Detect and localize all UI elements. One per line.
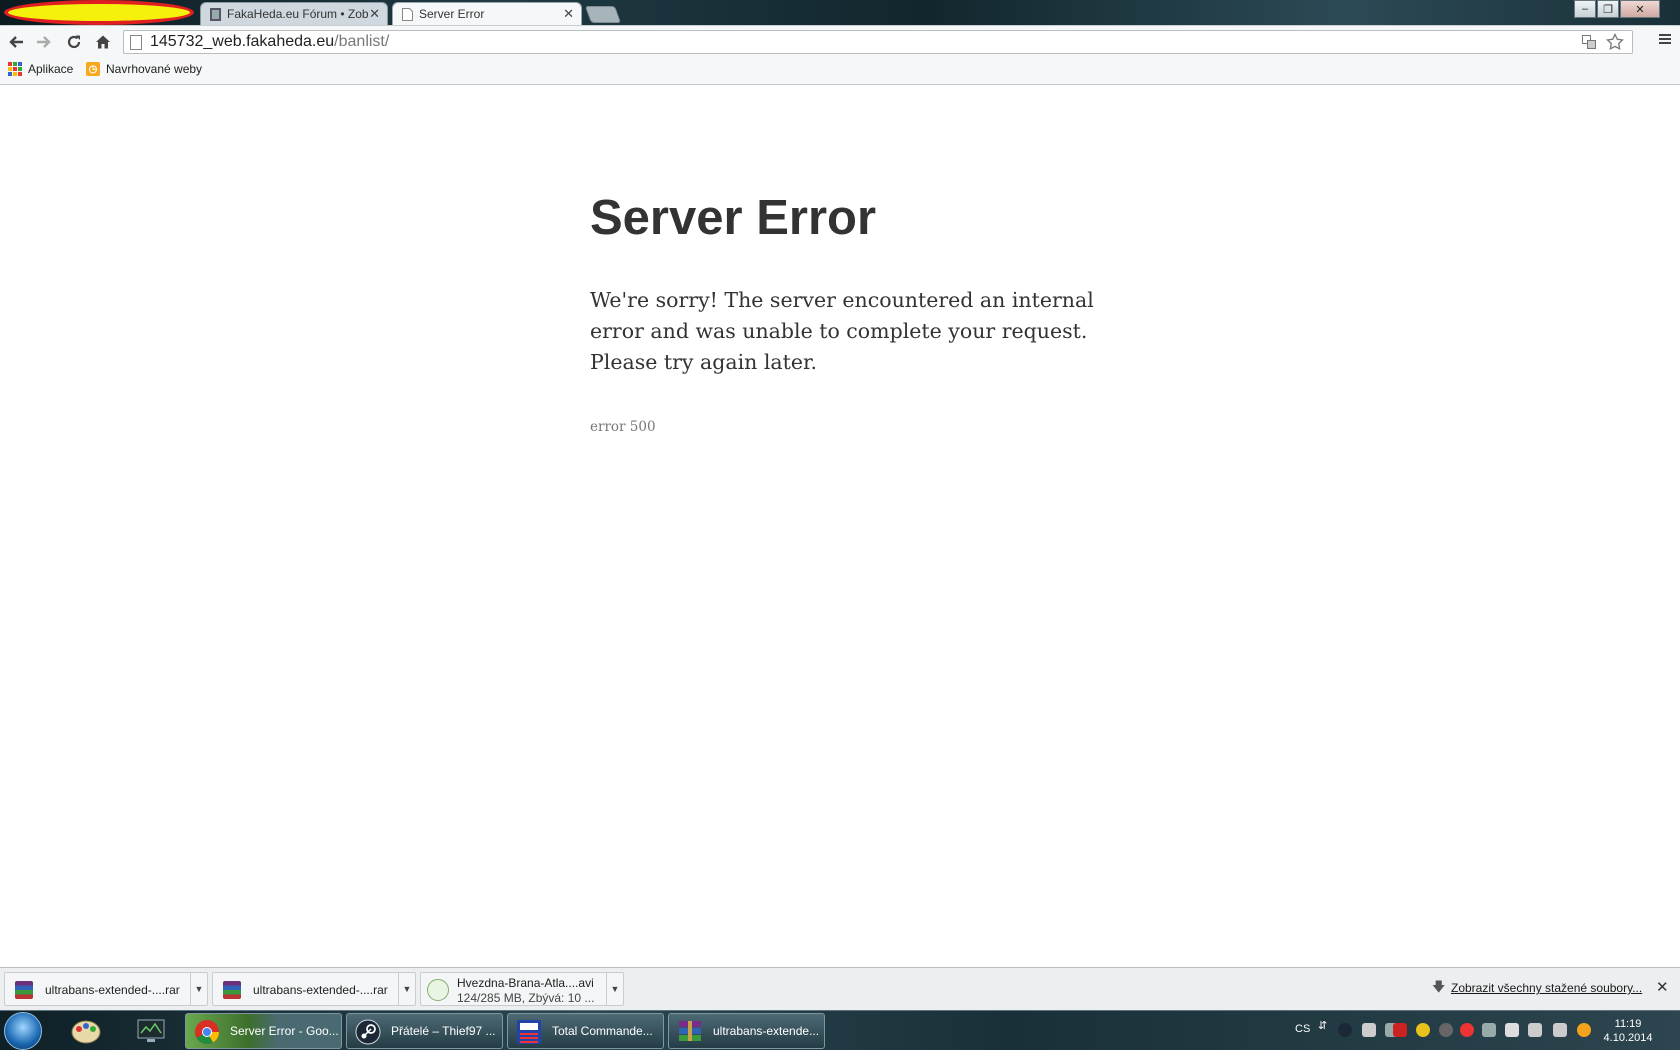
clock-date: 4.10.2014 [1603, 1032, 1653, 1044]
download-arrow-icon: 🡇 [1432, 979, 1446, 994]
error-message: We're sorry! The server encountered an i… [590, 288, 1094, 374]
task-chrome[interactable]: Server Error - Goo... [185, 1013, 342, 1049]
back-arrow-icon [9, 36, 23, 48]
error-code: error 500 [590, 419, 656, 435]
restore-button[interactable]: ❐ [1597, 0, 1619, 18]
chrome-menu-icon[interactable] [1658, 32, 1672, 46]
winrar-file-icon [223, 981, 241, 999]
url-path: /banlist/ [334, 33, 390, 50]
updates-tray-icon[interactable] [1577, 1023, 1591, 1037]
winrar-icon [679, 1021, 701, 1041]
tab-close-icon[interactable]: ✕ [369, 6, 380, 22]
page-icon [130, 35, 142, 50]
translate-icon[interactable] [1582, 35, 1596, 49]
start-button[interactable] [4, 1012, 42, 1050]
bookmark-star-icon[interactable] [1606, 33, 1624, 51]
radiation-tray-icon[interactable] [1416, 1023, 1430, 1037]
forward-arrow-icon [37, 36, 51, 48]
download-menu-arrow-icon[interactable]: ▼ [606, 973, 623, 1005]
task-label: Total Commande... [552, 1024, 653, 1038]
total-commander-icon [517, 1020, 541, 1044]
download-name: ultrabans-extended-....rar [253, 983, 388, 997]
show-all-downloads-link[interactable]: Zobrazit všechny stažené soubory... [1451, 981, 1642, 995]
steam-icon [355, 1019, 381, 1045]
volume-icon[interactable] [1553, 1023, 1567, 1037]
tab-strip: FakaHeda.eu Fórum • Zob ✕ Server Error ✕… [0, 0, 1680, 25]
download-status: 124/285 MB, Zbývá: 10 ... [457, 991, 595, 1005]
language-indicator[interactable]: CS [1295, 1023, 1310, 1035]
video-progress-icon [427, 979, 449, 1001]
adobe-tray-icon[interactable] [1393, 1023, 1407, 1037]
suggested-sites-icon: ◷ [86, 62, 100, 76]
page-title: Server Error [590, 191, 877, 245]
tab-close-icon[interactable]: ✕ [563, 6, 574, 22]
download-menu-arrow-icon[interactable]: ▼ [190, 973, 207, 1005]
winrar-file-icon [15, 981, 33, 999]
yellow-highlight-annotation [4, 0, 194, 25]
forward-button[interactable] [34, 32, 54, 52]
system-clock[interactable]: 11:19 4.10.2014 [1598, 1017, 1658, 1045]
task-label: Server Error - Goo... [230, 1024, 339, 1038]
bookmark-label: Navrhované weby [106, 62, 203, 76]
close-icon: ✕ [1635, 3, 1645, 16]
download-item[interactable]: ultrabans-extended-....rar ▼ [212, 972, 416, 1006]
tab-title: FakaHeda.eu Fórum • Zob [227, 7, 369, 21]
back-button[interactable] [6, 32, 26, 52]
clock-time: 11:19 [1614, 1018, 1642, 1030]
reload-button[interactable] [64, 32, 84, 52]
speaker-muted-icon[interactable] [1528, 1023, 1542, 1037]
action-center-icon[interactable] [1505, 1023, 1519, 1037]
tab-title: Server Error [419, 7, 485, 21]
url-domain: 145732_web.fakaheda.eu [150, 33, 335, 50]
home-icon [96, 35, 110, 49]
new-tab-button[interactable] [584, 6, 622, 23]
apps-grid-icon [8, 62, 22, 76]
minimize-icon: ‒ [1581, 3, 1589, 15]
alert-tray-icon[interactable] [1460, 1023, 1474, 1037]
page-favicon-icon [402, 8, 413, 21]
bookmark-suggested-sites[interactable]: ◷ Navrhované weby [86, 62, 202, 76]
page-content: Server Error We're sorry! The server enc… [0, 85, 1680, 967]
task-label: Přátelé – Thief97 ... [391, 1024, 496, 1038]
download-menu-arrow-icon[interactable]: ▼ [398, 973, 415, 1005]
downloads-bar: ultrabans-extended-....rar ▼ ultrabans-e… [0, 967, 1680, 1010]
tab-fakaheda-forum[interactable]: FakaHeda.eu Fórum • Zob ✕ [200, 2, 388, 25]
restore-icon: ❐ [1603, 3, 1613, 16]
show-hidden-icons-arrow-icon[interactable]: ⇵ [1318, 1019, 1327, 1032]
download-name: ultrabans-extended-....rar [45, 983, 180, 997]
close-downloads-bar-icon[interactable]: ✕ [1656, 978, 1669, 996]
tab-server-error[interactable]: Server Error ✕ [392, 2, 582, 25]
reload-icon [67, 35, 81, 49]
home-button[interactable] [93, 32, 113, 52]
browser-toolbar: 145732_web.fakaheda.eu/banlist/ [0, 25, 1680, 58]
webcam-tray-icon[interactable] [1439, 1023, 1453, 1037]
window-close-button[interactable]: ✕ [1620, 0, 1660, 18]
paint-icon[interactable] [68, 1015, 104, 1047]
chrome-icon [195, 1020, 219, 1045]
download-item[interactable]: ultrabans-extended-....rar ▼ [4, 972, 208, 1006]
bookmark-label: Aplikace [28, 62, 74, 76]
windows-taskbar: Server Error - Goo... Přátelé – Thief97 … [0, 1010, 1680, 1050]
download-name: Hvezdna-Brana-Atla....avi [457, 976, 594, 990]
bookmark-apps[interactable]: Aplikace [8, 62, 73, 76]
network-tray-icon[interactable] [1362, 1023, 1376, 1037]
monitor-app-icon[interactable] [133, 1015, 169, 1047]
task-steam[interactable]: Přátelé – Thief97 ... [346, 1013, 503, 1049]
address-bar[interactable]: 145732_web.fakaheda.eu/banlist/ [123, 30, 1633, 54]
task-winrar[interactable]: ultrabans-extende... [668, 1013, 825, 1049]
bookmarks-bar: Aplikace ◷ Navrhované weby [0, 57, 1680, 85]
download-item-in-progress[interactable]: Hvezdna-Brana-Atla....avi 124/285 MB, Zb… [420, 972, 624, 1006]
task-total-commander[interactable]: Total Commande... [507, 1013, 664, 1049]
task-label: ultrabans-extende... [713, 1024, 820, 1038]
forum-favicon-icon [210, 8, 221, 21]
steam-tray-icon[interactable] [1338, 1023, 1352, 1037]
sync-tray-icon[interactable] [1482, 1023, 1496, 1037]
minimize-button[interactable]: ‒ [1574, 0, 1596, 18]
